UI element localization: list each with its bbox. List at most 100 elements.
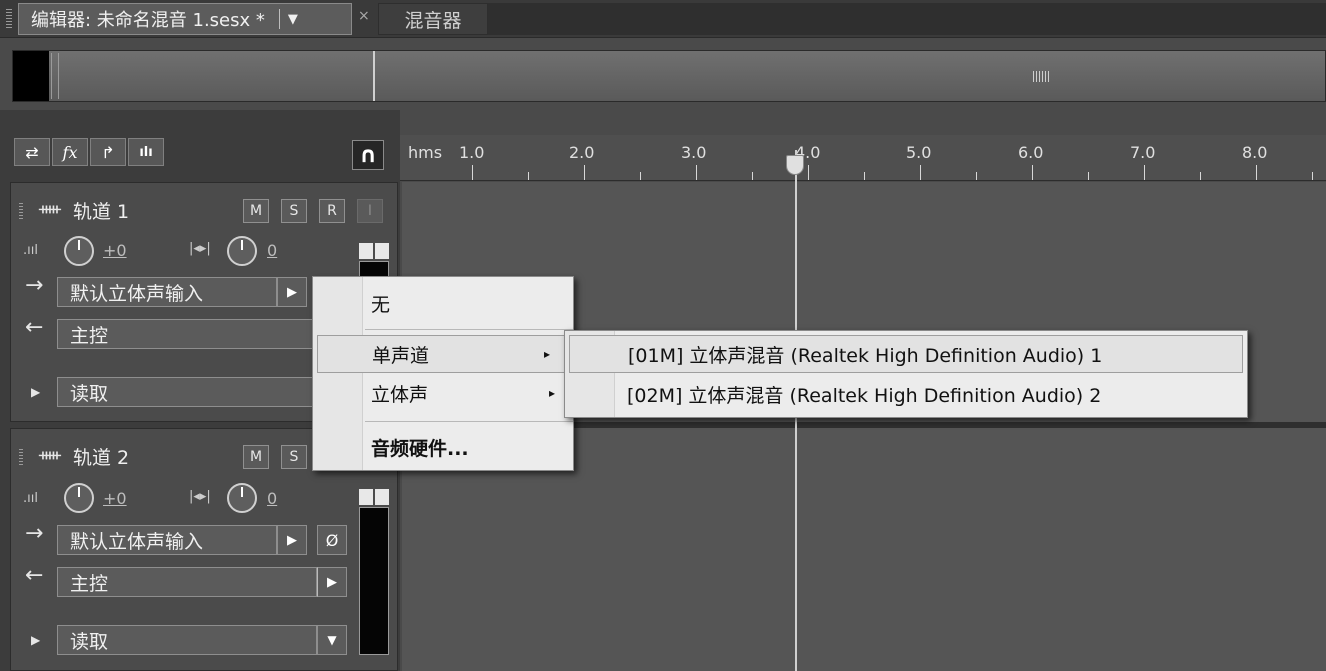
output-select[interactable]: 主控 [57, 319, 317, 349]
ruler-tick [1312, 172, 1313, 180]
ruler-tick [696, 165, 697, 180]
tab-editor-label: 编辑器: 未命名混音 1.sesx * [31, 10, 265, 31]
menu-item-audio-hardware[interactable]: 音频硬件... [313, 429, 573, 465]
pan-icon: |◂▸| [189, 489, 211, 504]
volume-knob[interactable] [64, 236, 94, 266]
session-overview-bar[interactable] [12, 50, 1326, 102]
track-name[interactable]: 轨道 1 [73, 197, 129, 224]
effects-toggle-icon[interactable]: fx [52, 138, 88, 166]
timeline-ruler[interactable]: hms 1.0 2.0 3.0 4.0 5.0 6.0 7.0 8.0 [400, 135, 1326, 181]
submenu-arrow-icon: ▸ [543, 347, 550, 361]
ruler-label: 6.0 [1018, 143, 1044, 162]
automation-mode-select[interactable]: 读取 [57, 625, 317, 655]
ruler-tick [864, 172, 865, 180]
phase-invert-button[interactable]: Ø [317, 525, 347, 555]
mono-input-submenu: [01M] 立体声混音 (Realtek High Definition Aud… [564, 330, 1248, 418]
ruler-tick [1256, 165, 1257, 180]
menu-item-stereo[interactable]: 立体声 ▸ [313, 375, 573, 411]
menu-item-label: 单声道 [372, 344, 430, 367]
ruler-tick [1200, 172, 1201, 180]
menu-separator [365, 329, 573, 330]
track-name[interactable]: 轨道 2 [73, 443, 129, 470]
submenu-item-01m[interactable]: [01M] 立体声混音 (Realtek High Definition Aud… [569, 335, 1243, 373]
monitor-input-button[interactable]: I [357, 199, 383, 223]
automation-mode-select[interactable]: 读取 [57, 377, 317, 407]
submenu-item-02m[interactable]: [02M] 立体声混音 (Realtek High Definition Aud… [565, 375, 1247, 413]
solo-button[interactable]: S [281, 199, 307, 223]
meter-peak-indicator [359, 243, 389, 259]
mute-button[interactable]: M [243, 445, 269, 469]
ruler-tick [584, 165, 585, 180]
ruler-tick [528, 172, 529, 180]
menu-separator [365, 421, 573, 422]
ruler-tick [808, 165, 809, 180]
waveform-icon: ᚔ [39, 199, 61, 218]
menu-item-label: 立体声 [371, 383, 429, 406]
input-submenu-arrow-icon[interactable]: ▶ [277, 277, 307, 307]
ruler-tick [640, 172, 641, 180]
pan-knob[interactable] [227, 483, 257, 513]
ruler-tick [976, 172, 977, 180]
submenu-arrow-icon: ▸ [548, 386, 555, 400]
ruler-label: 5.0 [906, 143, 932, 162]
playhead-handle-icon[interactable] [786, 155, 804, 175]
ruler-tick [1032, 165, 1033, 180]
output-submenu-arrow-icon[interactable]: ▶ [317, 567, 347, 597]
ruler-unit: hms [408, 143, 443, 162]
volume-icon: .ııl [23, 243, 38, 258]
volume-value[interactable]: +0 [103, 241, 127, 260]
overview-playhead [373, 51, 375, 101]
automation-dropdown-icon[interactable]: ▼ [317, 625, 347, 655]
input-select[interactable]: 默认立体声输入 [57, 277, 277, 307]
pan-value[interactable]: 0 [267, 489, 277, 508]
snap-toggle-icon[interactable]: ∩ [352, 140, 384, 170]
sends-toggle-icon[interactable]: ↱ [90, 138, 126, 166]
waveform-icon: ᚔ [39, 445, 61, 464]
volume-knob[interactable] [64, 483, 94, 513]
input-arrow-icon: → [25, 273, 44, 298]
ruler-tick [920, 165, 921, 180]
tab-editor[interactable]: 编辑器: 未命名混音 1.sesx * ▼ [18, 3, 352, 35]
ruler-tick [1088, 172, 1089, 180]
volume-icon: .ııl [23, 491, 38, 506]
menu-item-mono[interactable]: 单声道 ▸ [317, 335, 569, 373]
output-arrow-icon: ← [25, 563, 44, 588]
panel-grip-icon[interactable] [6, 9, 12, 29]
pan-knob[interactable] [227, 236, 257, 266]
record-arm-button[interactable]: R [319, 199, 345, 223]
output-select[interactable]: 主控 [57, 567, 317, 597]
tab-dropdown-icon[interactable]: ▼ [288, 12, 298, 27]
ruler-label: 1.0 [459, 143, 485, 162]
volume-value[interactable]: +0 [103, 489, 127, 508]
overview-scroll-grip-icon[interactable] [1033, 71, 1049, 82]
menu-item-none[interactable]: 无 [313, 283, 573, 323]
solo-button[interactable]: S [281, 445, 307, 469]
automation-expand-icon[interactable]: ▶ [31, 385, 40, 399]
overview-zoom-handle[interactable] [51, 53, 59, 99]
ruler-tick [472, 165, 473, 180]
input-select[interactable]: 默认立体声输入 [57, 525, 277, 555]
mute-button[interactable]: M [243, 199, 269, 223]
input-context-menu: 无 单声道 ▸ 立体声 ▸ 音频硬件... [312, 276, 574, 471]
meter-peak-indicator [359, 489, 389, 505]
output-arrow-icon: ← [25, 315, 44, 340]
pan-icon: |◂▸| [189, 241, 211, 256]
ruler-tick [1144, 165, 1145, 180]
input-arrow-icon: → [25, 521, 44, 546]
track-grip-icon[interactable] [19, 449, 23, 467]
track-grip-icon[interactable] [19, 203, 23, 221]
ruler-tick [752, 172, 753, 180]
ruler-label: 8.0 [1242, 143, 1268, 162]
ruler-label: 7.0 [1130, 143, 1156, 162]
tab-close-icon[interactable]: × [358, 8, 370, 24]
eq-toggle-icon[interactable]: ılı [128, 138, 164, 166]
inputs-outputs-toggle-icon[interactable]: ⇄ [14, 138, 50, 166]
ruler-label: 3.0 [681, 143, 707, 162]
tab-divider [278, 9, 280, 29]
automation-expand-icon[interactable]: ▶ [31, 633, 40, 647]
tab-mixer[interactable]: 混音器 [378, 3, 488, 35]
overview-start [13, 51, 49, 101]
level-meter [359, 507, 389, 655]
pan-value[interactable]: 0 [267, 241, 277, 260]
input-submenu-arrow-icon[interactable]: ▶ [277, 525, 307, 555]
